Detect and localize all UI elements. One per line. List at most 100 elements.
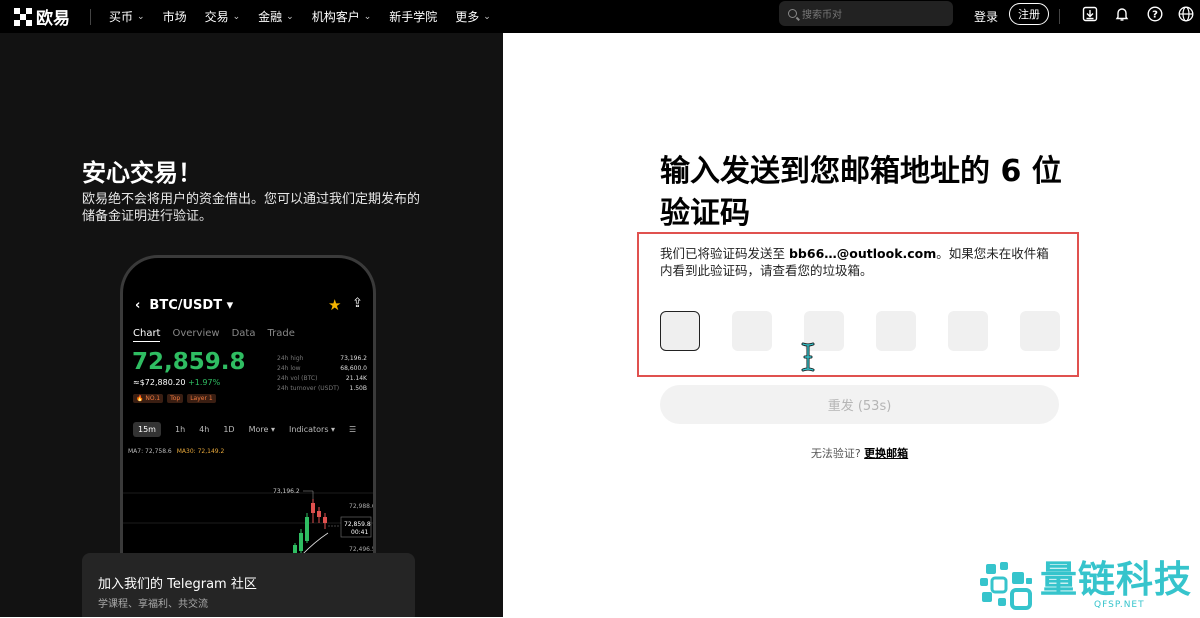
info-prefix: 我们已将验证码发送至 bbox=[660, 246, 789, 261]
phone-mockup: ‹ BTC/USDT ▾ ★ ⇪ Chart Overview Data Tra… bbox=[120, 255, 376, 555]
nav-item-institutional[interactable]: 机构客户 ⌄ bbox=[312, 8, 372, 25]
last-price: 72,859.8 bbox=[132, 349, 246, 375]
price-sub: ≈$72,880.20 +1.97% bbox=[133, 378, 220, 387]
phone-tab-trade: Trade bbox=[267, 328, 295, 339]
phone-tab-overview: Overview bbox=[172, 328, 220, 339]
logo-mark-icon bbox=[14, 7, 32, 26]
timeframe-1d: 1D bbox=[223, 425, 235, 434]
timeframe-4h: 4h bbox=[199, 425, 210, 434]
telegram-subtitle: 学课程、享福利、共交流 bbox=[98, 599, 208, 610]
chart-last-label: 72,859.8 bbox=[344, 521, 371, 528]
change-email-link[interactable]: 更换邮箱 bbox=[864, 447, 908, 460]
cant-verify-text: 无法验证? bbox=[810, 447, 861, 460]
nav-label: 更多 bbox=[455, 10, 480, 24]
chart-level-label: 72,988.6 bbox=[349, 503, 376, 510]
verification-info: 我们已将验证码发送至 bb66…@outlook.com。如果您未在收件箱内看到… bbox=[660, 245, 1060, 279]
usd-price: ≈$72,880.20 bbox=[133, 378, 186, 387]
code-digit-4[interactable] bbox=[876, 311, 916, 351]
nav-label: 买币 bbox=[109, 10, 134, 24]
chart-level-label: 72,496.5 bbox=[349, 546, 376, 553]
nav-item-markets[interactable]: 市场 bbox=[163, 8, 187, 25]
verification-panel: 输入发送到您邮箱地址的 6 位验证码 我们已将验证码发送至 bb66…@outl… bbox=[503, 33, 1200, 617]
okx-logo[interactable]: 欧易 bbox=[14, 4, 70, 29]
indicators: Indicators ▾ bbox=[288, 425, 336, 434]
top-navigation-bar: 欧易 买币 ⌄ 市场 交易 ⌄ 金融 ⌄ 机构客户 ⌄ 新手学院 更多 ⌄ 搜索币对 登录… bbox=[0, 0, 1200, 33]
settings-icon: ☰ bbox=[349, 425, 357, 434]
stat-row: 24h vol (BTC) 21.14K bbox=[277, 374, 367, 384]
code-digit-2[interactable] bbox=[732, 311, 772, 351]
tag-list: 🔥 NO.1 Top Layer 1 bbox=[133, 394, 216, 403]
nav-label: 交易 bbox=[204, 10, 229, 24]
nav-item-trade[interactable]: 交易 ⌄ bbox=[205, 8, 241, 25]
nav-item-buy-crypto[interactable]: 买币 ⌄ bbox=[109, 8, 145, 25]
chevron-down-icon: ⌄ bbox=[137, 11, 145, 22]
telegram-title: 加入我们的 Telegram 社区 bbox=[98, 577, 257, 592]
search-placeholder: 搜索币对 bbox=[802, 10, 842, 21]
bell-icon[interactable] bbox=[1114, 6, 1130, 22]
search-icon bbox=[788, 9, 797, 18]
stat-label: 24h low bbox=[277, 365, 301, 372]
nav-item-more[interactable]: 更多 ⌄ bbox=[455, 8, 491, 25]
tag: Layer 1 bbox=[187, 394, 216, 403]
nav-item-finance[interactable]: 金融 ⌄ bbox=[258, 8, 294, 25]
toolbar-divider bbox=[1059, 9, 1060, 24]
watermark: 量链科技 QFSP.NET bbox=[978, 558, 1200, 617]
watermark-url: QFSP.NET bbox=[1094, 600, 1145, 610]
ma-line bbox=[301, 532, 329, 555]
globe-icon[interactable] bbox=[1178, 6, 1194, 22]
resend-button[interactable]: 重发 (53s) bbox=[660, 385, 1059, 424]
cant-verify-row: 无法验证? 更换邮箱 bbox=[660, 445, 1059, 461]
chevron-down-icon: ⌄ bbox=[232, 11, 241, 22]
stat-label: 24h turnover (USDT) bbox=[277, 385, 340, 392]
stat-value: 73,196.2 bbox=[340, 355, 367, 362]
nav-item-learn[interactable]: 新手学院 bbox=[389, 8, 437, 25]
login-link[interactable]: 登录 bbox=[974, 8, 998, 25]
code-digit-6[interactable] bbox=[1020, 311, 1060, 351]
phone-tab-chart: Chart bbox=[133, 328, 161, 342]
promo-panel: 安心交易！ 欧易绝不会将用户的资金借出。您可以通过我们定期发布的储备金证明进行验… bbox=[0, 33, 503, 617]
phone-tab-data: Data bbox=[231, 328, 256, 339]
pair-label: BTC/USDT bbox=[149, 298, 223, 313]
telegram-card[interactable]: 加入我们的 Telegram 社区 学课程、享福利、共交流 bbox=[82, 553, 415, 617]
stat-row: 24h high 73,196.2 bbox=[277, 354, 367, 364]
email-address: bb66…@outlook.com bbox=[788, 246, 937, 261]
chevron-down-icon: ⌄ bbox=[363, 11, 372, 22]
candles bbox=[293, 499, 327, 555]
code-input-group bbox=[660, 311, 1060, 351]
brand-name: 欧易 bbox=[36, 9, 70, 29]
stat-label: 24h high bbox=[277, 355, 304, 362]
register-button[interactable]: 注册 bbox=[1009, 3, 1049, 25]
chart-countdown-label: 00:41 bbox=[351, 529, 368, 536]
nav-label: 机构客户 bbox=[311, 10, 360, 24]
ma30-label: MA30: 72,149.2 bbox=[176, 448, 225, 455]
code-digit-5[interactable] bbox=[948, 311, 988, 351]
price-change: +1.97% bbox=[188, 378, 221, 387]
nav-divider bbox=[90, 8, 91, 25]
timeframe-bar: 15m 1h 4h 1D More ▾ Indicators ▾ ☰ bbox=[133, 422, 356, 437]
ma-legend: MA7: 72,758.6 MA30: 72,149.2 bbox=[128, 448, 224, 455]
timeframe-1h: 1h bbox=[174, 425, 186, 434]
help-icon[interactable]: ? bbox=[1147, 6, 1163, 22]
text-cursor-icon bbox=[801, 342, 815, 372]
stat-value: 68,600.0 bbox=[340, 365, 367, 372]
svg-text:?: ? bbox=[1152, 10, 1158, 21]
share-icon: ⇪ bbox=[352, 296, 363, 311]
stat-label: 24h vol (BTC) bbox=[277, 375, 318, 382]
candlestick-chart: 73,196.2 72,988.6 72,859.8 00:41 72,496.… bbox=[123, 488, 376, 555]
timeframe-15m: 15m bbox=[133, 422, 161, 437]
chart-high-label: 73,196.2 bbox=[273, 488, 300, 495]
watermark-text: 量链科技 bbox=[1040, 558, 1192, 601]
chevron-down-icon: ⌄ bbox=[286, 11, 294, 22]
download-icon[interactable] bbox=[1082, 6, 1098, 22]
nav-label: 市场 bbox=[162, 10, 187, 24]
stat-value: 21.14K bbox=[345, 375, 367, 382]
search-input[interactable]: 搜索币对 bbox=[779, 1, 953, 26]
code-digit-1[interactable] bbox=[660, 311, 700, 351]
stat-row: 24h turnover (USDT) 1.50B bbox=[277, 384, 367, 394]
tag: 🔥 NO.1 bbox=[133, 394, 164, 403]
pair-selector: ‹ BTC/USDT ▾ bbox=[135, 298, 234, 313]
phone-tabs: Chart Overview Data Trade bbox=[133, 328, 295, 342]
star-icon: ★ bbox=[328, 296, 342, 314]
verification-heading: 输入发送到您邮箱地址的 6 位验证码 bbox=[660, 154, 1062, 231]
promo-title: 安心交易！ bbox=[82, 159, 202, 187]
